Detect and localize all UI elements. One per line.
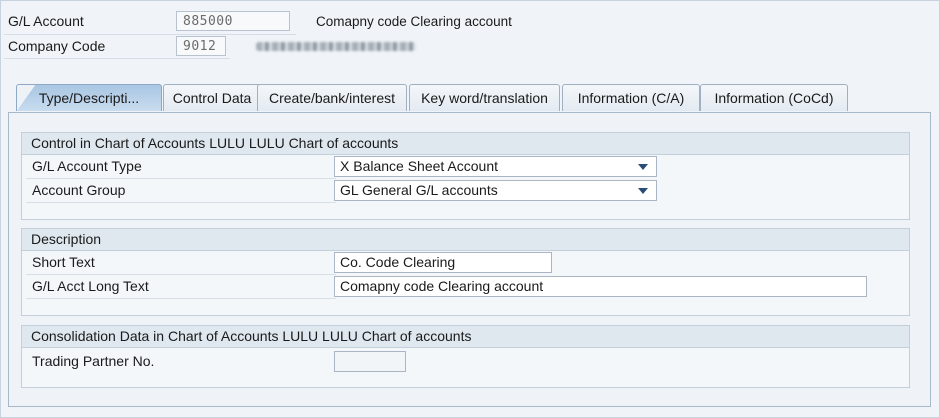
account-type-value: X Balance Sheet Account [340, 158, 498, 174]
redacted-company-name [256, 42, 416, 51]
account-group-value: GL General G/L accounts [340, 182, 498, 198]
description-group-title: Description [22, 229, 909, 251]
gl-account-field[interactable]: 885000 [176, 11, 290, 31]
header-divider [4, 58, 230, 59]
tab-label: Type/Descripti... [38, 90, 140, 106]
tab-label: Key word/translation [421, 90, 548, 106]
company-code-field[interactable]: 9012 [176, 36, 226, 56]
trading-partner-label: Trading Partner No. [32, 353, 155, 369]
tab-information-ca[interactable]: Information (C/A) [562, 84, 700, 111]
long-text-label: G/L Acct Long Text [32, 278, 149, 294]
long-text-input[interactable]: Comapny code Clearing account [334, 276, 867, 297]
tab-information-cocd[interactable]: Information (CoCd) [700, 84, 848, 111]
trading-partner-input[interactable] [334, 351, 406, 372]
tab-key-word-translation[interactable]: Key word/translation [409, 84, 560, 111]
account-type-select[interactable]: X Balance Sheet Account [334, 156, 657, 177]
short-text-label: Short Text [32, 254, 95, 270]
header-divider [4, 34, 296, 35]
gl-account-description: Comapny code Clearing account [316, 14, 512, 29]
control-group: Control in Chart of Accounts LULU LULU C… [21, 132, 910, 220]
consolidation-group: Consolidation Data in Chart of Accounts … [21, 325, 910, 388]
account-type-row: G/L Account Type X Balance Sheet Account [22, 155, 909, 179]
trading-partner-row: Trading Partner No. [22, 348, 909, 376]
short-text-row: Short Text Co. Code Clearing [22, 251, 909, 275]
tab-type-description[interactable]: Type/Descripti... [16, 84, 162, 111]
row-divider [26, 202, 336, 203]
long-text-row: G/L Acct Long Text Comapny code Clearing… [22, 275, 909, 299]
short-text-input[interactable]: Co. Code Clearing [334, 252, 552, 273]
company-code-label: Company Code [8, 38, 106, 54]
row-divider [26, 298, 336, 299]
tab-label: Information (CoCd) [714, 90, 834, 106]
tab-strip: Type/Descripti... Control Data Create/ba… [10, 84, 930, 112]
control-group-title: Control in Chart of Accounts LULU LULU C… [22, 133, 909, 155]
tab-content-panel: Control in Chart of Accounts LULU LULU C… [8, 112, 931, 407]
account-group-select[interactable]: GL General G/L accounts [334, 180, 657, 201]
chevron-down-icon[interactable] [638, 188, 648, 194]
tab-control-data[interactable]: Control Data [163, 84, 261, 111]
tab-create-bank-interest[interactable]: Create/bank/interest [257, 84, 407, 111]
account-group-label: Account Group [32, 182, 126, 198]
account-type-label: G/L Account Type [32, 158, 142, 174]
tab-label: Create/bank/interest [268, 90, 396, 106]
account-group-row: Account Group GL General G/L accounts [22, 179, 909, 203]
description-group: Description Short Text Co. Code Clearing… [21, 228, 910, 316]
chevron-down-icon[interactable] [638, 164, 648, 170]
gl-account-label: G/L Account [8, 13, 84, 29]
consolidation-group-title: Consolidation Data in Chart of Accounts … [22, 326, 909, 348]
tab-label: Control Data [172, 90, 252, 106]
tab-label: Information (C/A) [577, 90, 685, 106]
